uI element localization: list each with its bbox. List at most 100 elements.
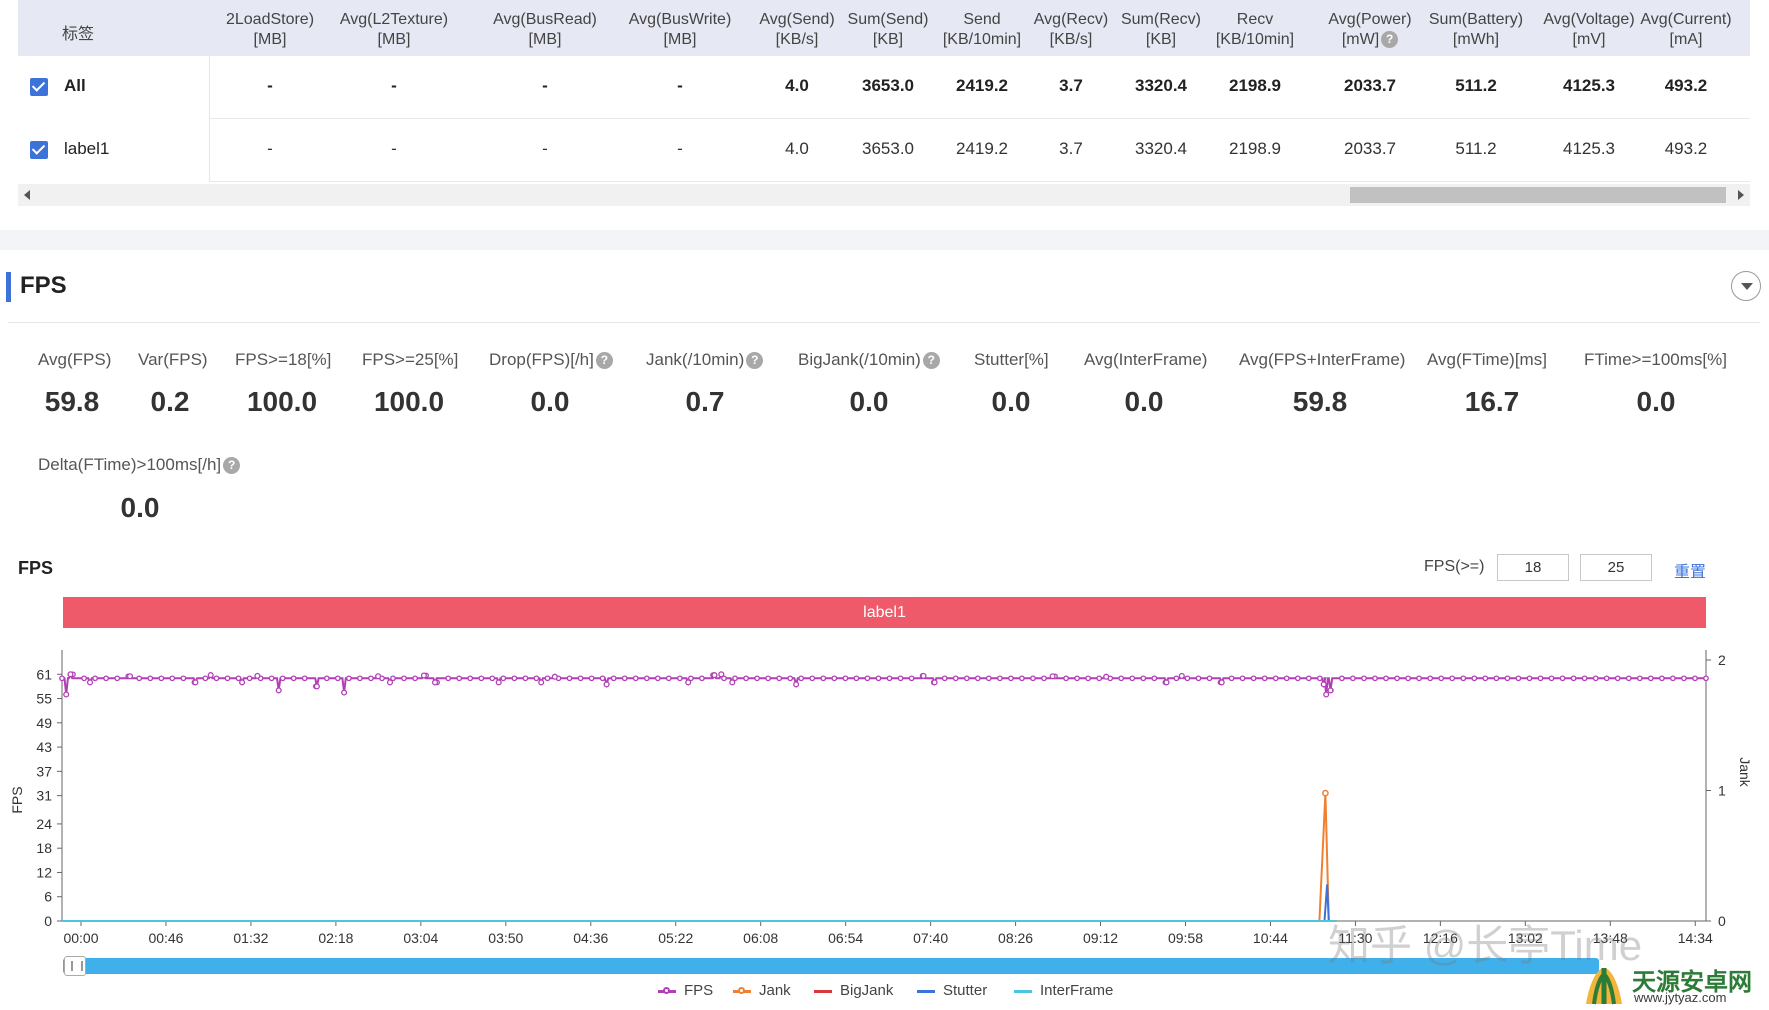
fps-point xyxy=(886,675,893,682)
col-header-sum-battery[interactable]: Sum(Battery) [mWh] xyxy=(1421,10,1531,50)
fps-point xyxy=(246,675,253,682)
col-header-l2texture[interactable]: Avg(L2Texture) [MB] xyxy=(329,10,459,50)
col-header-avg-power[interactable]: Avg(Power) [mW]? xyxy=(1315,10,1425,50)
fps-point xyxy=(776,675,783,682)
col-header-unit: [KB/s] xyxy=(1049,31,1093,48)
label-band[interactable]: label1 xyxy=(63,597,1706,628)
fps-point xyxy=(538,679,545,686)
label-column-header[interactable]: 标签 xyxy=(62,20,94,44)
fps-point xyxy=(1427,675,1434,682)
scrollbar-thumb[interactable] xyxy=(1350,187,1726,203)
fps-point xyxy=(1449,675,1456,682)
fps-threshold-input-2[interactable] xyxy=(1580,554,1652,581)
fps-point xyxy=(1537,675,1544,682)
metric-label-ftime-ge-100: FTime>=100ms[%] xyxy=(1584,350,1727,369)
fps-point xyxy=(114,675,121,682)
fps-point xyxy=(599,675,606,682)
fps-point xyxy=(920,672,927,679)
table-cell: - xyxy=(267,139,273,158)
help-icon[interactable]: ? xyxy=(595,352,613,369)
legend-label: InterFrame xyxy=(1040,982,1114,999)
fps-point xyxy=(1129,675,1136,682)
fps-point xyxy=(718,671,725,678)
col-header-sum-recv[interactable]: Sum(Recv) [KB] xyxy=(1111,10,1211,50)
metric-label-avg-fps-interframe: Avg(FPS+InterFrame) xyxy=(1239,350,1406,369)
legend-item-bigjank[interactable]: BigJank xyxy=(814,982,893,999)
col-header-sum-send[interactable]: Sum(Send) [KB] xyxy=(838,10,938,50)
table-cell: 3.7 xyxy=(1059,139,1083,158)
fps-threshold-input-1[interactable] xyxy=(1497,554,1569,581)
x-tick-label: 00:46 xyxy=(148,930,183,946)
row-checkbox[interactable] xyxy=(30,141,48,159)
col-header-unit: [KB/10min] xyxy=(1215,31,1295,48)
slider-handle[interactable] xyxy=(64,956,86,976)
col-header-avg-recv[interactable]: Avg(Recv) [KB/s] xyxy=(1021,10,1121,50)
fps-point xyxy=(1692,675,1698,682)
legend-swatch xyxy=(814,989,832,993)
fps-point xyxy=(1394,675,1400,682)
legend-item-interframe[interactable]: InterFrame xyxy=(1014,982,1113,999)
horizontal-scrollbar[interactable] xyxy=(18,184,1750,206)
col-header-text: 2LoadStore) xyxy=(225,11,315,28)
fps-point xyxy=(842,675,849,682)
col-header-avg-current[interactable]: Avg(Current) [mA] xyxy=(1631,10,1741,50)
col-header-busread[interactable]: Avg(BusRead) [MB] xyxy=(480,10,610,50)
col-header-text: Sum(Recv) xyxy=(1120,11,1201,28)
col-header-buswrite[interactable]: Avg(BusWrite) [MB] xyxy=(615,10,745,50)
metric-value-fps-ge-18: 100.0 xyxy=(246,386,318,417)
scroll-left-icon[interactable] xyxy=(24,190,30,200)
metric-label-avg-fps: Avg(FPS) xyxy=(38,350,112,369)
col-header-loadstore[interactable]: 2LoadStore) [MB] xyxy=(205,10,335,50)
x-tick-label: 06:08 xyxy=(743,930,778,946)
help-icon[interactable]: ? xyxy=(223,457,241,474)
legend-item-jank[interactable]: Jank xyxy=(733,982,791,999)
row-checkbox[interactable] xyxy=(30,78,48,96)
fps-point xyxy=(793,681,800,688)
help-icon[interactable]: ? xyxy=(746,352,764,369)
legend-label: BigJank xyxy=(840,982,894,999)
col-header-send-10min[interactable]: Send [KB/10min] xyxy=(932,10,1032,50)
help-icon[interactable]: ? xyxy=(922,352,940,369)
metric-label-delta-ftime: Delta(FTime)>100ms[/h]? xyxy=(38,455,241,475)
col-header-avg-send[interactable]: Avg(Send) [KB/s] xyxy=(747,10,847,50)
col-header-avg-voltage[interactable]: Avg(Voltage) [mV] xyxy=(1534,10,1644,50)
scroll-right-icon[interactable] xyxy=(1738,190,1744,200)
y-tick-label: 37 xyxy=(36,763,52,779)
fps-point xyxy=(1405,675,1411,682)
help-icon[interactable]: ? xyxy=(1381,31,1399,48)
table-row: All - - - - 4.0 3653.0 2419.2 3.7 3320.4… xyxy=(18,56,1750,119)
fps-point xyxy=(467,675,474,682)
legend-item-stutter[interactable]: Stutter xyxy=(917,982,987,999)
table-cell: 4125.3 xyxy=(1563,76,1615,95)
fps-chart[interactable]: 0612182431374349556101200:00 00:46 01:32 02… xyxy=(0,640,1769,950)
col-header-recv-10min[interactable]: Recv [KB/10min] xyxy=(1205,10,1305,50)
fps-point xyxy=(445,675,452,682)
fps-point xyxy=(1096,675,1103,682)
fps-point xyxy=(1681,675,1687,682)
x-tick-label: 09:58 xyxy=(1168,930,1203,946)
col-header-unit: [MB] xyxy=(663,31,697,48)
col-header-unit: [KB/s] xyxy=(775,31,819,48)
legend-item-fps[interactable]: FPS xyxy=(658,982,713,999)
col-header-unit: [MB] xyxy=(253,31,287,48)
y-tick-label: 24 xyxy=(36,816,52,832)
fps-point xyxy=(192,679,199,686)
col-header-text: Sum(Send) xyxy=(847,11,929,28)
fps-point xyxy=(809,675,816,682)
fps-point xyxy=(136,675,143,682)
x-tick-label: 05:22 xyxy=(658,930,693,946)
table-cell: 2033.7 xyxy=(1344,139,1396,158)
table-header: 标签 2LoadStore) [MB] Avg(L2Texture) [MB] Av… xyxy=(18,0,1750,56)
fps-point xyxy=(908,675,915,682)
fps-point xyxy=(1383,675,1389,682)
fps-point xyxy=(1670,675,1676,682)
metric-label-text: BigJank(/10min) xyxy=(798,350,921,369)
fps-point xyxy=(544,675,551,682)
legend-swatch xyxy=(658,986,676,994)
reset-link[interactable]: 重置 xyxy=(1674,558,1706,582)
y2-tick-label: 2 xyxy=(1718,652,1726,668)
collapse-chevron-icon[interactable] xyxy=(1731,271,1761,301)
y-tick-label: 18 xyxy=(36,840,52,856)
table-cell: 3320.4 xyxy=(1135,76,1187,95)
fps-point xyxy=(1103,673,1110,680)
